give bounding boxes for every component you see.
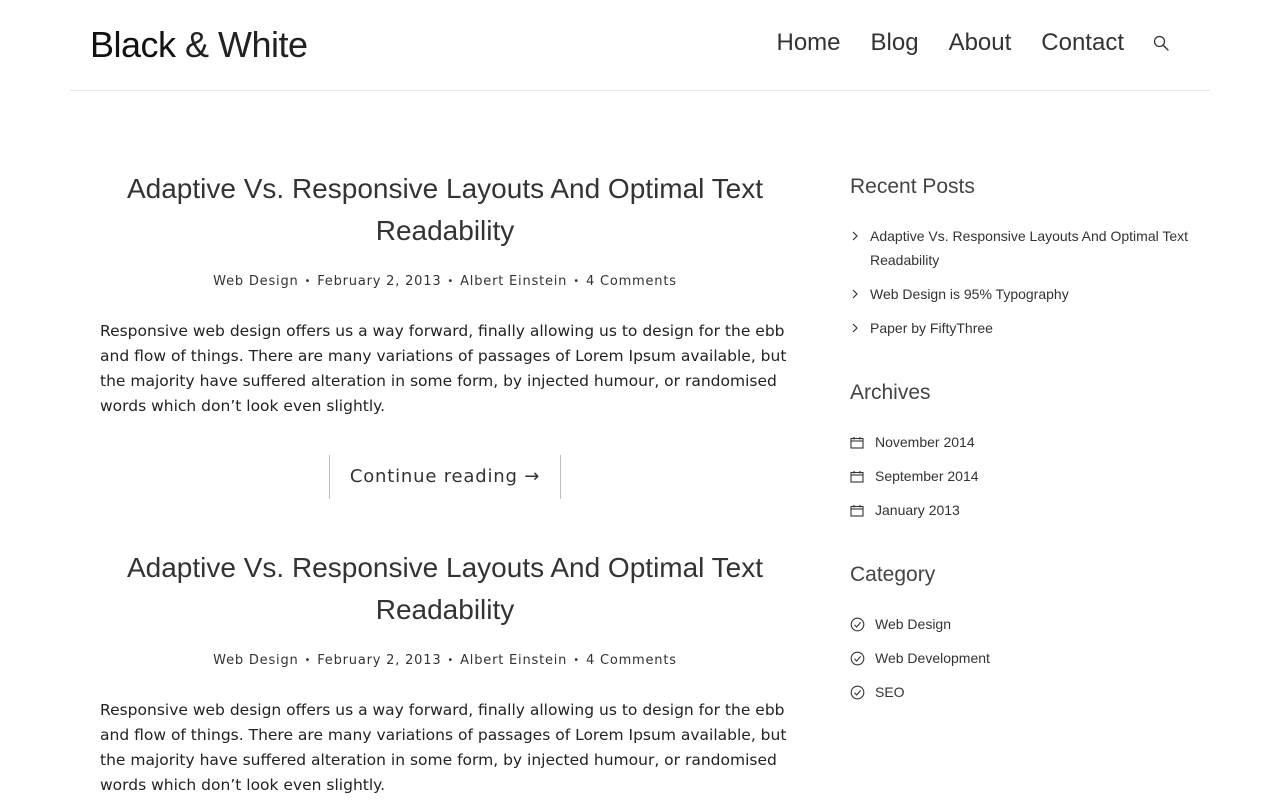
continue-reading-wrap: Continue reading → bbox=[100, 455, 790, 499]
meta-separator: • bbox=[573, 655, 580, 666]
category-item: Web Development bbox=[850, 646, 1195, 670]
category-link[interactable]: Web Development bbox=[875, 646, 990, 670]
widget-title: Category bbox=[850, 563, 936, 586]
recent-post-link[interactable]: Paper by FiftyThree bbox=[870, 316, 993, 340]
chevron-right-icon bbox=[850, 316, 870, 340]
category-item: Web Design bbox=[850, 612, 1195, 636]
meta-separator: • bbox=[304, 276, 312, 287]
posts-list: Adaptive Vs. Responsive Layouts And Opti… bbox=[100, 168, 790, 798]
meta-separator: • bbox=[447, 276, 455, 287]
sidebar: Recent Posts Adaptive Vs. Responsive Lay… bbox=[850, 170, 1195, 740]
logo-bold-text: Black bbox=[90, 24, 176, 65]
logo-light-text: & White bbox=[185, 24, 308, 65]
post-item: Adaptive Vs. Responsive Layouts And Opti… bbox=[100, 168, 790, 499]
continue-reading-button[interactable]: Continue reading → bbox=[328, 455, 562, 499]
recent-posts-widget: Recent Posts Adaptive Vs. Responsive Lay… bbox=[850, 170, 1195, 340]
calendar-icon bbox=[850, 430, 875, 454]
recent-post-link[interactable]: Web Design is 95% Typography bbox=[870, 282, 1069, 306]
post-category-link[interactable]: Web Design bbox=[213, 653, 298, 668]
post-item: Adaptive Vs. Responsive Layouts And Opti… bbox=[100, 547, 790, 798]
post-date-link[interactable]: February 2, 2013 bbox=[317, 653, 441, 668]
check-circle-icon bbox=[850, 612, 875, 636]
nav-blog[interactable]: Blog bbox=[871, 29, 919, 57]
post-excerpt: Responsive web design offers us a way fo… bbox=[100, 701, 787, 794]
widget-title: Recent Posts bbox=[850, 175, 975, 198]
category-widget: Category Web Design Web Development SEO bbox=[850, 558, 1195, 704]
site-logo[interactable]: Black & White bbox=[90, 24, 308, 66]
archives-widget: Archives November 2014 September 2014 Ja… bbox=[850, 376, 1195, 522]
nav-about[interactable]: About bbox=[949, 29, 1012, 57]
calendar-icon bbox=[850, 464, 875, 488]
post-title[interactable]: Adaptive Vs. Responsive Layouts And Opti… bbox=[100, 547, 790, 631]
archive-link[interactable]: September 2014 bbox=[875, 464, 979, 488]
category-link[interactable]: Web Design bbox=[875, 612, 951, 636]
meta-separator: • bbox=[447, 655, 455, 666]
check-circle-icon bbox=[850, 646, 875, 670]
site-header: Black & White Home Blog About Contact bbox=[70, 0, 1210, 91]
recent-post-item: Paper by FiftyThree bbox=[850, 316, 1195, 340]
recent-posts-list: Adaptive Vs. Responsive Layouts And Opti… bbox=[850, 224, 1195, 340]
check-circle-icon bbox=[850, 680, 875, 704]
category-list: Web Design Web Development SEO bbox=[850, 612, 1195, 704]
meta-separator: • bbox=[304, 655, 312, 666]
archive-link[interactable]: January 2013 bbox=[875, 498, 960, 522]
post-title[interactable]: Adaptive Vs. Responsive Layouts And Opti… bbox=[100, 168, 790, 252]
post-excerpt: Responsive web design offers us a way fo… bbox=[100, 322, 787, 415]
archive-item: September 2014 bbox=[850, 464, 1195, 488]
post-comments-link[interactable]: 4 Comments bbox=[586, 653, 677, 668]
chevron-right-icon bbox=[850, 282, 870, 306]
archive-item: November 2014 bbox=[850, 430, 1195, 454]
post-date-link[interactable]: February 2, 2013 bbox=[317, 274, 441, 289]
calendar-icon bbox=[850, 498, 875, 522]
nav-home[interactable]: Home bbox=[776, 29, 840, 57]
post-comments-link[interactable]: 4 Comments bbox=[586, 274, 677, 289]
archives-list: November 2014 September 2014 January 201… bbox=[850, 430, 1195, 522]
archive-link[interactable]: November 2014 bbox=[875, 430, 975, 454]
post-category-link[interactable]: Web Design bbox=[213, 274, 298, 289]
category-item: SEO bbox=[850, 680, 1195, 704]
recent-post-item: Web Design is 95% Typography bbox=[850, 282, 1195, 306]
post-meta: Web Design • February 2, 2013 • Albert Einst… bbox=[100, 653, 790, 668]
main-nav: Home Blog About Contact bbox=[776, 29, 1170, 57]
nav-contact[interactable]: Contact bbox=[1041, 29, 1124, 57]
meta-separator: • bbox=[573, 276, 580, 287]
recent-post-link[interactable]: Adaptive Vs. Responsive Layouts And Opti… bbox=[870, 224, 1195, 272]
post-meta: Web Design • February 2, 2013 • Albert Einst… bbox=[100, 274, 790, 289]
chevron-right-icon bbox=[850, 224, 870, 248]
archive-item: January 2013 bbox=[850, 498, 1195, 522]
post-author-link[interactable]: Albert Einstein bbox=[460, 274, 567, 289]
widget-title: Archives bbox=[850, 381, 931, 404]
search-icon-glyph bbox=[1153, 35, 1169, 51]
recent-post-item: Adaptive Vs. Responsive Layouts And Opti… bbox=[850, 224, 1195, 272]
post-author-link[interactable]: Albert Einstein bbox=[460, 653, 567, 668]
category-link[interactable]: SEO bbox=[875, 680, 905, 704]
search-icon[interactable] bbox=[1152, 34, 1170, 52]
